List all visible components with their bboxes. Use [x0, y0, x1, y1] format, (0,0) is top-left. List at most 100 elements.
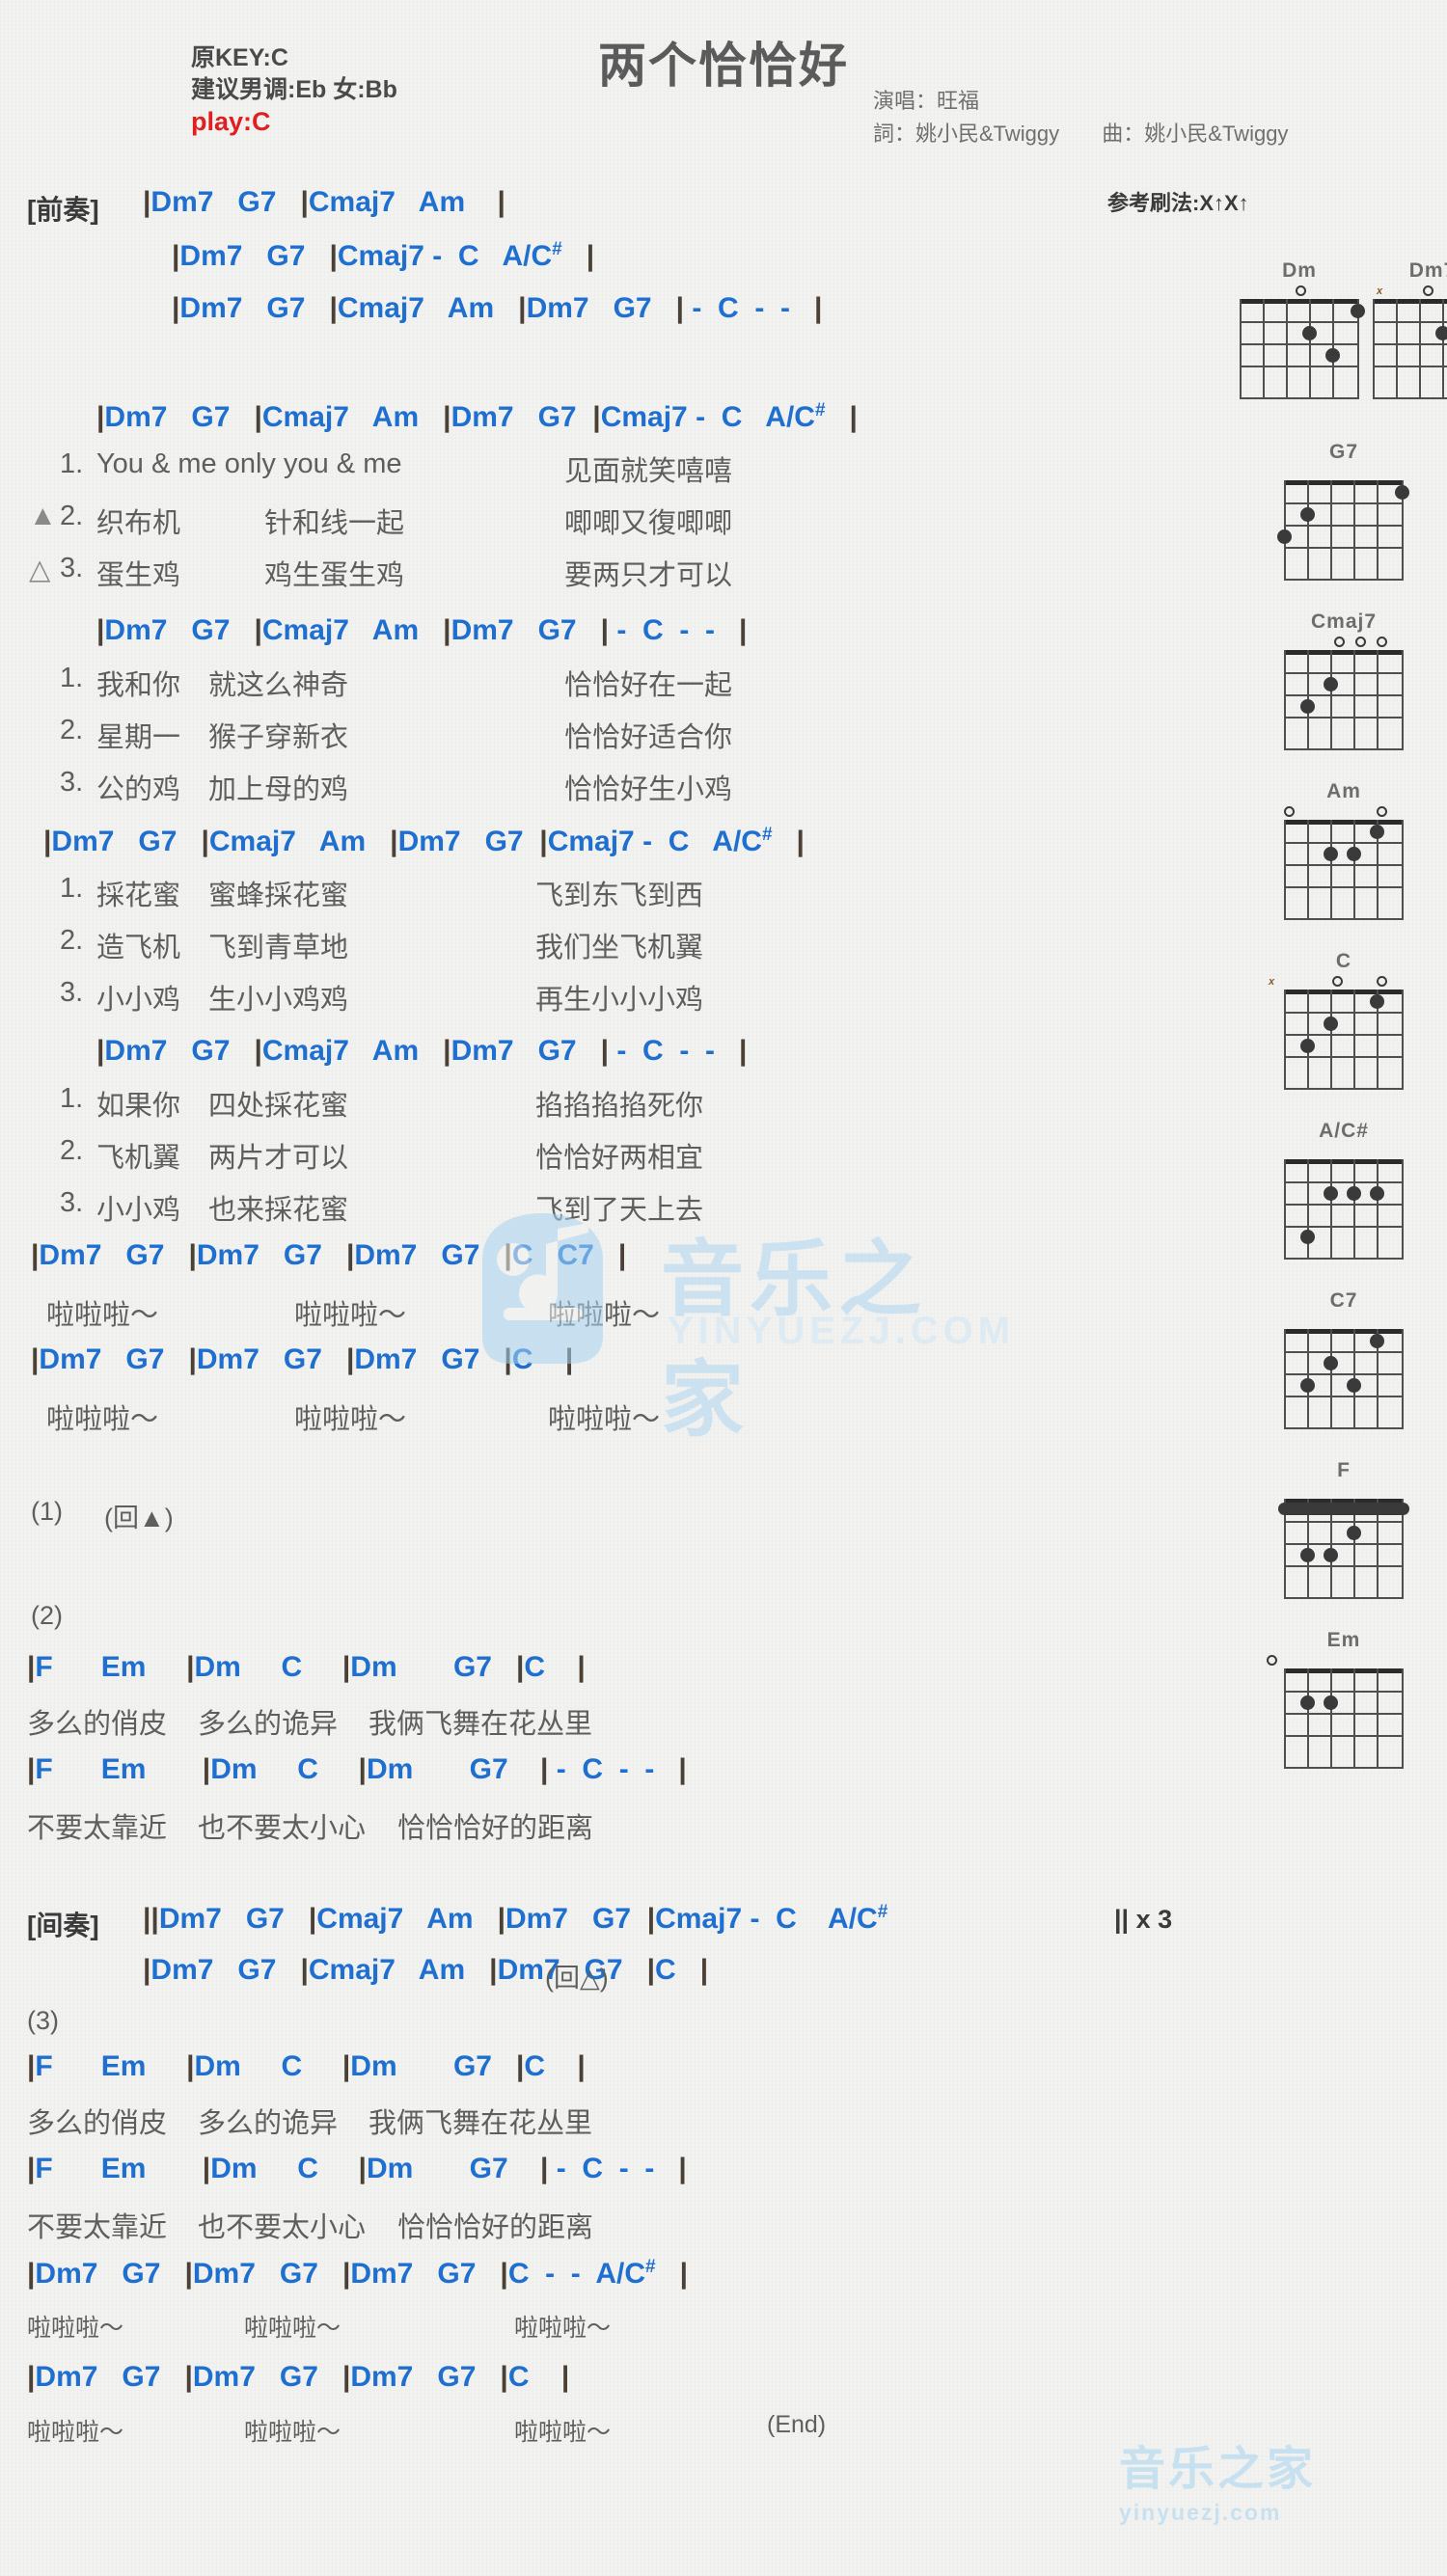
- lyric-bridge-2-b: 也不要太小心: [198, 1813, 367, 1844]
- fretboard-grid: [1284, 1329, 1404, 1429]
- lyric-v4-1-no: 1.: [60, 1083, 84, 1114]
- chord-line-v1-a: |Dm7 G7 |Cmaj7 Am |Dm7 G7 |Cmaj7 - C A/C…: [96, 400, 858, 433]
- chord-diagram-a-over-csharp: A/C#: [1267, 1119, 1421, 1260]
- chord-diagram-am: Am: [1267, 779, 1421, 920]
- lyric-v2-3-a: 公的鸡 加上母的鸡: [96, 774, 349, 805]
- lyric-bridge-1-b: 多么的诡异: [198, 1709, 339, 1740]
- chord-diagram-label: Dm: [1282, 259, 1317, 282]
- lyric-v4-2-a: 飞机翼 两片才可以: [96, 1143, 349, 1174]
- chord-diagram-cmaj7: Cmaj7: [1267, 610, 1421, 750]
- chord-line-end-la-1: |Dm7 G7 |Dm7 G7 |Dm7 G7 |C - - A/C# |: [27, 2257, 689, 2290]
- chord-line-end-la-2: |Dm7 G7 |Dm7 G7 |Dm7 G7 |C |: [27, 2361, 570, 2393]
- chord-line-intro-1: |Dm7 G7 |Cmaj7 Am |: [143, 186, 505, 218]
- fretboard-grid: [1277, 480, 1409, 581]
- fretboard-grid: [1284, 1668, 1404, 1769]
- watermark-center-url: YINYUEZJ.COM: [668, 1310, 1016, 1352]
- lyric-v4-2-no: 2.: [60, 1135, 84, 1166]
- lyric-v3-3-a: 小小鸡 生小小鸡鸡: [96, 985, 349, 1016]
- lyric-endla2-3: 啦啦啦～: [514, 2419, 612, 2446]
- chord-diagram-g7: G7: [1267, 440, 1421, 581]
- lyric-bridge-3-a: 多么的俏皮: [27, 2108, 168, 2139]
- lyric-v4-1-b: 掐掐掐掐死你: [535, 1091, 704, 1122]
- lyric-v1-2-mark: ▲: [29, 501, 57, 531]
- chord-diagram-label: G7: [1328, 441, 1358, 463]
- lyric-v1-2-b: 唧唧又復唧唧: [564, 508, 733, 539]
- lyric-v2-2-no: 2.: [60, 715, 84, 746]
- lyric-v4-3-no: 3.: [60, 1187, 84, 1218]
- lyric-endla1-3: 啦啦啦～: [514, 2315, 612, 2342]
- fretboard-grid: [1284, 820, 1404, 920]
- lyric-v1-1-b: 见面就笑嘻嘻: [564, 456, 733, 487]
- interlude-return-marker: (回△): [545, 1964, 609, 1993]
- watermark-bottom-text: 音乐之家: [1119, 2444, 1317, 2495]
- marker-3: (3): [27, 2006, 59, 2035]
- chord-diagram-f: F: [1267, 1458, 1421, 1599]
- open-string-markers: [1267, 1653, 1421, 1668]
- open-string-markers: [1267, 804, 1421, 820]
- watermark-bottom-url: yinyuezj.com: [1119, 2500, 1282, 2525]
- chord-sheet-page: 音乐之家 YINYUEZJ.COM 音乐之家 yinyuezj.com 原KEY…: [0, 0, 1447, 2576]
- fretboard-grid: [1240, 299, 1365, 399]
- lyric-v3-1-a: 採花蜜 蜜蜂採花蜜: [96, 881, 349, 911]
- chord-diagram-em: Em: [1267, 1628, 1421, 1769]
- open-string-markers: x: [1267, 974, 1421, 990]
- chord-line-bridge-1: |F Em |Dm C |Dm G7 |C |: [27, 1651, 586, 1683]
- chord-diagram-column: Dm Dm7 x: [1240, 258, 1447, 1786]
- marker-1: (1): [31, 1497, 63, 1526]
- lyric-v4-3-b: 飞到了天上去: [535, 1195, 704, 1226]
- lyric-endla2-1: 啦啦啦～: [27, 2419, 124, 2446]
- credits-block: 演唱：旺福 詞：姚小民&Twiggy 曲：姚小民&Twiggy: [873, 85, 1324, 150]
- chord-diagram-label: Am: [1326, 780, 1361, 802]
- chord-diagram-label: Dm7: [1408, 259, 1447, 282]
- fretboard-grid: [1284, 1159, 1404, 1260]
- lyric-la2-2: 啦啦啦～: [294, 1404, 407, 1435]
- open-string-markers: [1267, 1144, 1421, 1159]
- lyric-bridge-4-b: 也不要太小心: [198, 2212, 367, 2243]
- chord-line-intro-2: |Dm7 G7 |Cmaj7 - C A/C# |: [172, 239, 595, 272]
- lyric-v2-3-b: 恰恰好生小鸡: [564, 774, 733, 805]
- chord-diagram-label: Em: [1326, 1629, 1361, 1651]
- open-string-markers: [1267, 1314, 1421, 1329]
- fretboard-grid: [1284, 990, 1404, 1090]
- lyric-v1-3-no: 3.: [60, 553, 84, 583]
- lyric-v3-1-b: 飞到东飞到西: [535, 881, 704, 911]
- lyric-v4-2-b: 恰恰好两相宜: [535, 1143, 704, 1174]
- chord-diagram-label: C: [1335, 950, 1352, 972]
- section-tag-intro: [前奏]: [27, 195, 99, 225]
- lyric-bridge-4-a: 不要太靠近: [27, 2212, 168, 2243]
- chord-line-bridge-3: |F Em |Dm C |Dm G7 |C |: [27, 2050, 586, 2082]
- chord-diagram-c7: C7: [1267, 1288, 1421, 1429]
- lyric-endla2-2: 啦啦啦～: [244, 2419, 341, 2446]
- lyric-bridge-4-c: 恰恰恰好的距离: [397, 2212, 594, 2243]
- watermark-bottom: 音乐之家 yinyuezj.com: [1119, 2430, 1428, 2546]
- lyric-v3-1-no: 1.: [60, 873, 84, 904]
- chord-line-v1-b: |Dm7 G7 |Cmaj7 Am |Dm7 G7 | - C - - |: [96, 614, 748, 646]
- strum-pattern-note: 参考刷法:X↑X↑: [1107, 191, 1249, 215]
- chord-line-la-1: |Dm7 G7 |Dm7 G7 |Dm7 G7 |C C7 |: [31, 1239, 627, 1271]
- play-key: play:C: [191, 107, 271, 136]
- lyric-v1-2-a: 织布机 针和线一起: [96, 508, 405, 539]
- sheet-header: 原KEY:C 建议男调:Eb 女:Bb play:C 两个恰恰好 演唱：旺福 詞…: [0, 0, 1447, 174]
- lyric-endla1-1: 啦啦啦～: [27, 2315, 124, 2342]
- lyric-v2-1-b: 恰恰好在一起: [564, 670, 733, 701]
- open-string-markers: [1267, 635, 1421, 650]
- lyric-bridge-3-c: 我俩飞舞在花丛里: [369, 2108, 593, 2139]
- chord-line-bridge-4: |F Em |Dm C |Dm G7 | - C - - |: [27, 2153, 687, 2184]
- chord-line-la-2: |Dm7 G7 |Dm7 G7 |Dm7 G7 |C |: [31, 1343, 574, 1375]
- lyric-la1-2: 啦啦啦～: [294, 1300, 407, 1331]
- chord-line-v1-c: |Dm7 G7 |Cmaj7 Am |Dm7 G7 |Cmaj7 - C A/C…: [43, 825, 805, 857]
- lyric-v1-3-mark: △: [29, 555, 51, 585]
- lyric-endla1-2: 啦啦啦～: [244, 2315, 341, 2342]
- chord-diagram-dm: Dm: [1240, 258, 1365, 399]
- lyric-v1-1-a: You & me only you & me: [96, 448, 402, 479]
- lyric-v2-2-b: 恰恰好适合你: [564, 722, 733, 753]
- lyric-v1-3-a: 蛋生鸡 鸡生蛋生鸡: [96, 560, 405, 591]
- chord-line-interlude-2: |Dm7 G7 |Cmaj7 Am |Dm7 G7 |C |: [143, 1954, 709, 1986]
- chord-diagram-label: C7: [1329, 1289, 1358, 1312]
- chord-diagram-dm7: Dm7 x: [1373, 258, 1447, 399]
- lyric-bridge-2-a: 不要太靠近: [27, 1813, 168, 1844]
- lyric-bridge-2-c: 恰恰恰好的距离: [397, 1813, 594, 1844]
- lyricist-credit: 詞：姚小民&Twiggy: [873, 122, 1060, 146]
- marker-1-repeat: (回▲): [104, 1504, 174, 1532]
- composer-credit: 曲：姚小民&Twiggy: [1102, 122, 1289, 146]
